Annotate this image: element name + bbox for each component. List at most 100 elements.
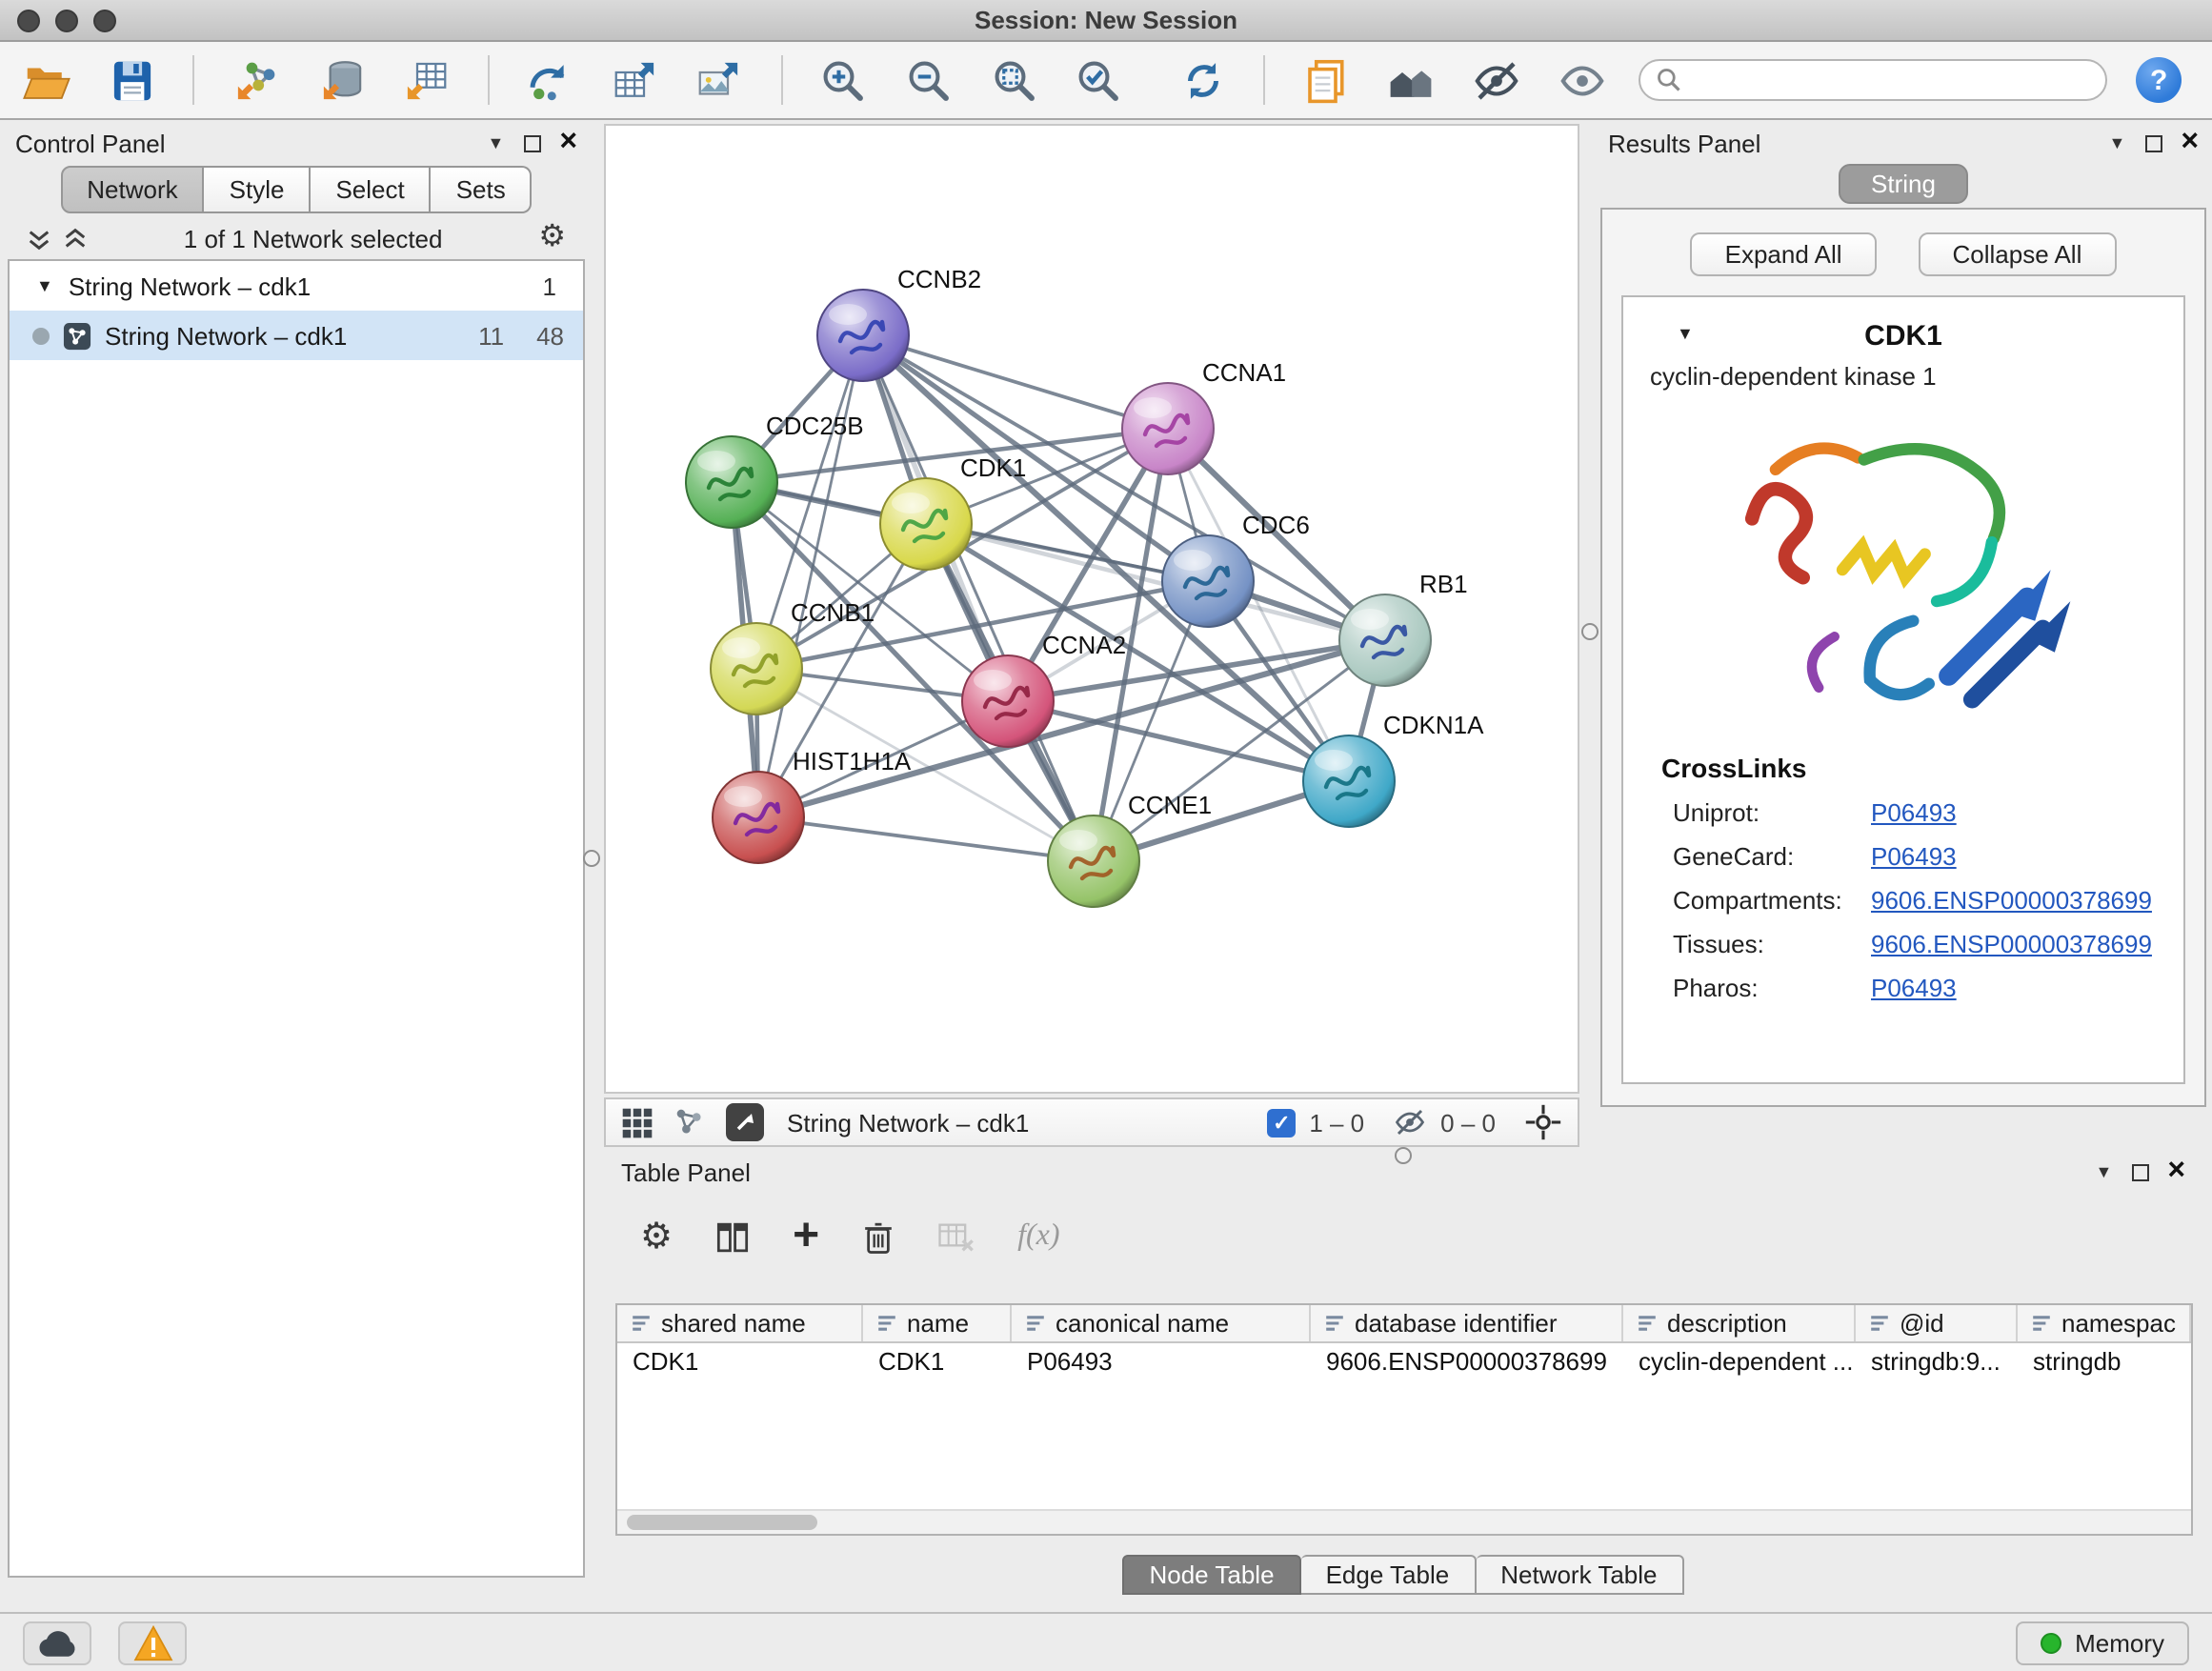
open-session-button[interactable] <box>19 51 75 109</box>
expander-icon[interactable]: ▼ <box>36 277 53 294</box>
cloud-button[interactable] <box>23 1621 91 1664</box>
scrollbar-thumb[interactable] <box>627 1515 817 1530</box>
crosslink-link[interactable]: 9606.ENSP00000378699 <box>1871 930 2152 958</box>
crosslink-link[interactable]: 9606.ENSP00000378699 <box>1871 886 2152 915</box>
network-table-tab[interactable]: Network Table <box>1476 1555 1683 1595</box>
horizontal-scrollbar[interactable] <box>617 1509 2191 1534</box>
column-header-namespace[interactable]: namespac <box>2018 1305 2191 1341</box>
crosslink-link[interactable]: P06493 <box>1871 842 1957 871</box>
expand-all-button[interactable]: Expand All <box>1691 232 1877 276</box>
cell-name[interactable]: CDK1 <box>863 1343 1012 1381</box>
zoom-out-button[interactable] <box>900 51 956 109</box>
node-label-CDK1: CDK1 <box>960 453 1026 482</box>
grid-mode-icon[interactable] <box>621 1106 654 1138</box>
crosslink-link[interactable]: P06493 <box>1871 974 1957 1002</box>
network-options-gear-icon[interactable]: ⚙ <box>538 223 566 253</box>
reload-network-icon <box>524 54 575 106</box>
cell-description[interactable]: cyclin-dependent ... <box>1623 1343 1856 1381</box>
toolbar-separator <box>193 55 195 105</box>
cell-id[interactable]: stringdb:9... <box>1856 1343 2018 1381</box>
collapse-all-icon[interactable] <box>27 226 51 251</box>
annotation-mode-button[interactable] <box>726 1103 764 1141</box>
export-table-button[interactable] <box>607 51 663 109</box>
column-header-description[interactable]: description <box>1623 1305 1856 1341</box>
delete-column-icon[interactable] <box>861 1218 895 1255</box>
panel-float-icon[interactable] <box>2144 134 2162 151</box>
crosslink-row-pharos: Pharos: P06493 <box>1623 966 2183 1010</box>
network-collection-row[interactable]: ▼ String Network – cdk1 1 <box>10 261 583 311</box>
import-network-from-file-button[interactable] <box>228 51 284 109</box>
hidden-items-icon[interactable] <box>1393 1105 1427 1139</box>
right-splitter-handle[interactable] <box>1581 623 1599 640</box>
column-header-canonical-name[interactable]: canonical name <box>1012 1305 1311 1341</box>
string-results-tab[interactable]: String <box>1839 164 1968 204</box>
node-label-CDC6: CDC6 <box>1242 511 1310 539</box>
zoom-fit-button[interactable] <box>985 51 1041 109</box>
refresh-icon <box>1177 54 1229 106</box>
function-builder-icon[interactable]: f(x) <box>1017 1219 1059 1254</box>
node-table-tab[interactable]: Node Table <box>1122 1555 1300 1595</box>
memory-button[interactable]: Memory <box>2016 1621 2189 1664</box>
column-header-database-identifier[interactable]: database identifier <box>1311 1305 1623 1341</box>
selected-nodes-icon[interactable]: ✓ <box>1267 1108 1296 1137</box>
panel-close-icon[interactable]: × <box>559 128 577 158</box>
help-button[interactable]: ? <box>2136 57 2182 103</box>
zoom-selected-button[interactable] <box>1071 51 1127 109</box>
export-image-button[interactable] <box>692 51 748 109</box>
show-columns-icon[interactable] <box>714 1218 751 1255</box>
network-graph[interactable]: CCNB2CCNA1CDC25BCDK1CDC6RB1CCNB1CCNA2CDK… <box>606 126 1578 1092</box>
table-options-gear-icon[interactable]: ⚙ <box>640 1218 673 1255</box>
section-collapse-icon[interactable]: ▼ <box>1677 326 1694 343</box>
edge-table-tab[interactable]: Edge Table <box>1301 1555 1477 1595</box>
cell-shared-name[interactable]: CDK1 <box>617 1343 863 1381</box>
import-table-from-file-button[interactable] <box>398 51 454 109</box>
panel-close-icon[interactable]: × <box>2167 1157 2185 1187</box>
table-row[interactable]: CDK1 CDK1 P06493 9606.ENSP00000378699 cy… <box>617 1343 2191 1381</box>
panel-float-icon[interactable] <box>2131 1163 2148 1180</box>
tab-style[interactable]: Style <box>205 166 312 213</box>
add-column-icon[interactable]: + <box>793 1214 819 1259</box>
column-header-name[interactable]: name <box>863 1305 1012 1341</box>
network-canvas[interactable]: CCNB2CCNA1CDC25BCDK1CDC6RB1CCNB1CCNA2CDK… <box>604 124 1579 1094</box>
birdseye-view-icon[interactable] <box>673 1105 707 1139</box>
node-label-CCNB2: CCNB2 <box>897 265 981 293</box>
close-window-button[interactable] <box>17 10 40 32</box>
pan-crosshair-icon[interactable] <box>1524 1103 1562 1141</box>
export-table-icon <box>609 54 660 106</box>
left-splitter-handle[interactable] <box>583 850 600 867</box>
panel-collapse-icon[interactable]: ▼ <box>2095 1163 2112 1180</box>
search-box <box>1639 59 2108 101</box>
zoom-in-button[interactable] <box>814 51 871 109</box>
copy-view-button[interactable] <box>1298 51 1355 109</box>
hide-selection-button[interactable] <box>1468 51 1524 109</box>
show-all-button[interactable] <box>1554 51 1610 109</box>
column-header-shared-name[interactable]: shared name <box>617 1305 863 1341</box>
zoom-in-icon <box>817 54 869 106</box>
import-network-from-database-button[interactable] <box>312 51 369 109</box>
tab-select[interactable]: Select <box>311 166 431 213</box>
tab-sets[interactable]: Sets <box>432 166 533 213</box>
warnings-button[interactable] <box>118 1621 187 1664</box>
cell-database-identifier[interactable]: 9606.ENSP00000378699 <box>1311 1343 1623 1381</box>
panel-collapse-icon[interactable]: ▼ <box>487 134 504 151</box>
panel-collapse-icon[interactable]: ▼ <box>2108 134 2125 151</box>
crosslink-link[interactable]: P06493 <box>1871 798 1957 827</box>
graphics-details-button[interactable] <box>1383 51 1439 109</box>
tab-network[interactable]: Network <box>60 166 204 213</box>
network-edge-CCNB2-CCNA1 <box>863 335 1168 429</box>
minimize-window-button[interactable] <box>55 10 78 32</box>
save-session-button[interactable] <box>104 51 160 109</box>
apply-layout-button[interactable] <box>1175 51 1231 109</box>
network-row-selected[interactable]: String Network – cdk1 11 48 <box>10 311 583 360</box>
collapse-all-button[interactable]: Collapse All <box>1919 232 2117 276</box>
cell-canonical-name[interactable]: P06493 <box>1012 1343 1311 1381</box>
cell-namespace[interactable]: stringdb <box>2018 1343 2191 1381</box>
reload-network-button[interactable] <box>521 51 577 109</box>
network-view-toolbar: String Network – cdk1 ✓ 1 – 0 0 – 0 <box>604 1097 1579 1147</box>
panel-float-icon[interactable] <box>523 134 540 151</box>
zoom-window-button[interactable] <box>93 10 116 32</box>
column-header-id[interactable]: @id <box>1856 1305 2018 1341</box>
expand-all-icon[interactable] <box>63 226 88 251</box>
search-input[interactable] <box>1693 66 2091 94</box>
panel-close-icon[interactable]: × <box>2181 128 2199 158</box>
